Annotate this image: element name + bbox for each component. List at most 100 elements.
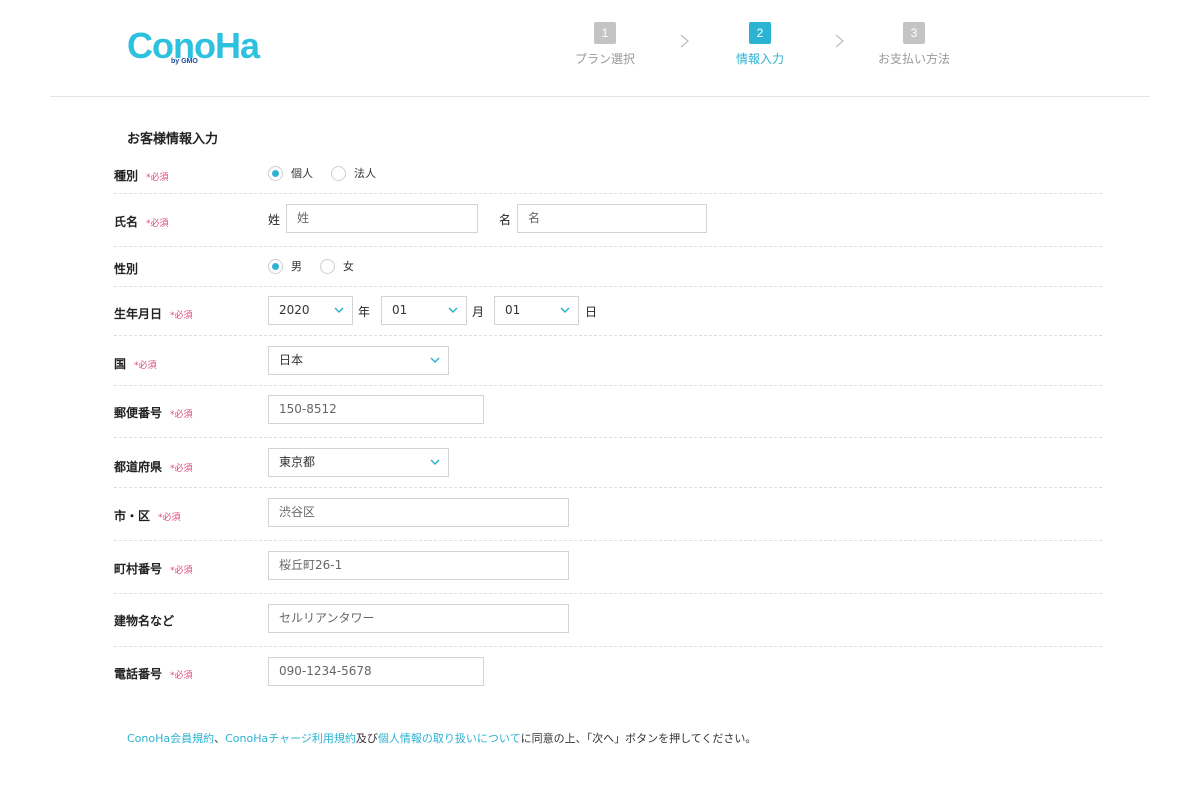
required-badge: *必須 bbox=[170, 671, 193, 681]
row-building: 建物名など セルリアンタワー bbox=[114, 594, 1102, 647]
header-divider bbox=[50, 96, 1150, 97]
consent-text: ConoHa会員規約、ConoHaチャージ利用規約及び個人情報の取り扱いについて… bbox=[127, 730, 756, 746]
step-number: 2 bbox=[749, 22, 771, 44]
row-postal: 郵便番号 *必須 150-8512 bbox=[114, 386, 1102, 438]
birth-day-select[interactable]: 01 bbox=[494, 296, 579, 325]
row-phone: 電話番号 *必須 090-1234-5678 bbox=[114, 647, 1102, 691]
label-text: 種別 bbox=[114, 169, 139, 183]
select-value: 2020 bbox=[279, 303, 310, 317]
chevron-down-icon bbox=[430, 357, 440, 364]
label-text: 郵便番号 bbox=[114, 406, 163, 420]
row-street: 町村番号 *必須 桜丘町26-1 bbox=[114, 541, 1102, 594]
row-label: 電話番号 *必須 bbox=[114, 665, 193, 682]
postal-code-input[interactable]: 150-8512 bbox=[268, 395, 484, 424]
required-badge: *必須 bbox=[146, 173, 169, 183]
step-plan: 1 プラン選択 bbox=[545, 22, 665, 67]
row-label: 生年月日 *必須 bbox=[114, 305, 193, 322]
required-badge: *必須 bbox=[170, 410, 193, 420]
row-country: 国 *必須 日本 bbox=[114, 336, 1102, 386]
required-badge: *必須 bbox=[134, 361, 157, 371]
select-value: 日本 bbox=[279, 353, 304, 367]
label-text: 町村番号 bbox=[114, 562, 163, 576]
first-name-label: 名 bbox=[499, 213, 512, 227]
consent-rest: に同意の上、「次へ」ボタンを押してください。 bbox=[520, 732, 757, 745]
building-input[interactable]: セルリアンタワー bbox=[268, 604, 569, 633]
section-title: お客様情報入力 bbox=[127, 132, 219, 147]
select-value: 東京都 bbox=[279, 455, 316, 469]
radio-label: 法人 bbox=[354, 167, 376, 180]
select-value: 01 bbox=[505, 303, 521, 317]
row-label: 氏名 *必須 bbox=[114, 213, 169, 230]
year-unit: 年 bbox=[358, 305, 371, 319]
label-text: 電話番号 bbox=[114, 667, 163, 681]
row-city: 市・区 *必須 渋谷区 bbox=[114, 488, 1102, 541]
label-text: 生年月日 bbox=[114, 307, 163, 321]
step-label: 情報入力 bbox=[735, 52, 784, 66]
day-unit: 日 bbox=[585, 305, 598, 319]
step-label: プラン選択 bbox=[574, 52, 635, 66]
radio-male[interactable] bbox=[268, 258, 283, 274]
row-label: 建物名など bbox=[114, 614, 175, 628]
row-label: 種別 *必須 bbox=[114, 167, 169, 184]
required-badge: *必須 bbox=[170, 311, 193, 321]
charge-terms-link[interactable]: ConoHaチャージ利用規約 bbox=[225, 732, 356, 745]
chevron-down-icon bbox=[448, 307, 458, 314]
consent-sep: 、 bbox=[214, 732, 226, 745]
city-input[interactable]: 渋谷区 bbox=[268, 498, 569, 527]
row-label: 性別 bbox=[114, 262, 139, 276]
header: ConoHa by GMO 1 プラン選択 2 情報入力 3 お支払い方法 bbox=[0, 0, 1200, 97]
label-text: 都道府県 bbox=[114, 460, 163, 474]
step-number: 1 bbox=[594, 22, 616, 44]
label-text: 国 bbox=[114, 357, 127, 371]
gender-radio-group: 男 女 bbox=[268, 258, 372, 274]
street-input[interactable]: 桜丘町26-1 bbox=[268, 551, 569, 580]
radio-corporate[interactable] bbox=[331, 165, 346, 181]
required-badge: *必須 bbox=[170, 566, 193, 576]
step-number: 3 bbox=[903, 22, 925, 44]
last-name-input[interactable]: 姓 bbox=[286, 204, 478, 233]
step-label: お支払い方法 bbox=[877, 52, 950, 66]
chevron-right-icon bbox=[835, 34, 844, 48]
first-name-input[interactable]: 名 bbox=[517, 204, 707, 233]
row-label: 市・区 *必須 bbox=[114, 507, 181, 524]
birth-month-select[interactable]: 01 bbox=[381, 296, 467, 325]
radio-label: 女 bbox=[343, 260, 354, 273]
select-value: 01 bbox=[392, 303, 408, 317]
required-badge: *必須 bbox=[158, 513, 181, 523]
radio-label: 男 bbox=[291, 260, 302, 273]
required-badge: *必須 bbox=[146, 219, 169, 229]
birth-year-select[interactable]: 2020 bbox=[268, 296, 353, 325]
required-badge: *必須 bbox=[170, 464, 193, 474]
step-info-input: 2 情報入力 bbox=[700, 22, 820, 67]
privacy-policy-link[interactable]: 個人情報の取り扱いについて bbox=[378, 732, 521, 745]
country-select[interactable]: 日本 bbox=[268, 346, 449, 375]
row-label: 国 *必須 bbox=[114, 355, 157, 372]
row-prefecture: 都道府県 *必須 東京都 bbox=[114, 438, 1102, 488]
row-label: 町村番号 *必須 bbox=[114, 560, 193, 577]
conoha-logo[interactable]: ConoHa by GMO bbox=[127, 26, 260, 72]
logo-by-gmo: by GMO bbox=[171, 58, 198, 65]
radio-individual[interactable] bbox=[268, 165, 283, 181]
prefecture-select[interactable]: 東京都 bbox=[268, 448, 449, 477]
chevron-down-icon bbox=[560, 307, 570, 314]
row-birthdate: 生年月日 *必須 2020 年 01 月 01 日 bbox=[114, 287, 1102, 336]
last-name-label: 姓 bbox=[268, 213, 281, 227]
label-text: 市・区 bbox=[114, 509, 151, 523]
row-label: 都道府県 *必須 bbox=[114, 458, 193, 475]
row-label: 郵便番号 *必須 bbox=[114, 404, 193, 421]
chevron-down-icon bbox=[430, 459, 440, 466]
chevron-down-icon bbox=[334, 307, 344, 314]
month-unit: 月 bbox=[472, 305, 485, 319]
step-payment: 3 お支払い方法 bbox=[854, 22, 974, 67]
radio-female[interactable] bbox=[320, 258, 335, 274]
member-terms-link[interactable]: ConoHa会員規約 bbox=[127, 732, 214, 745]
label-text: 氏名 bbox=[114, 215, 139, 229]
type-radio-group: 個人 法人 bbox=[268, 165, 394, 181]
row-type: 種別 *必須 個人 法人 bbox=[114, 153, 1102, 194]
chevron-right-icon bbox=[680, 34, 689, 48]
consent-sep: 及び bbox=[355, 732, 378, 745]
row-name: 氏名 *必須 姓 姓 名 名 bbox=[114, 194, 1102, 247]
phone-input[interactable]: 090-1234-5678 bbox=[268, 657, 484, 686]
radio-label: 個人 bbox=[291, 167, 313, 180]
row-gender: 性別 男 女 bbox=[114, 247, 1102, 287]
